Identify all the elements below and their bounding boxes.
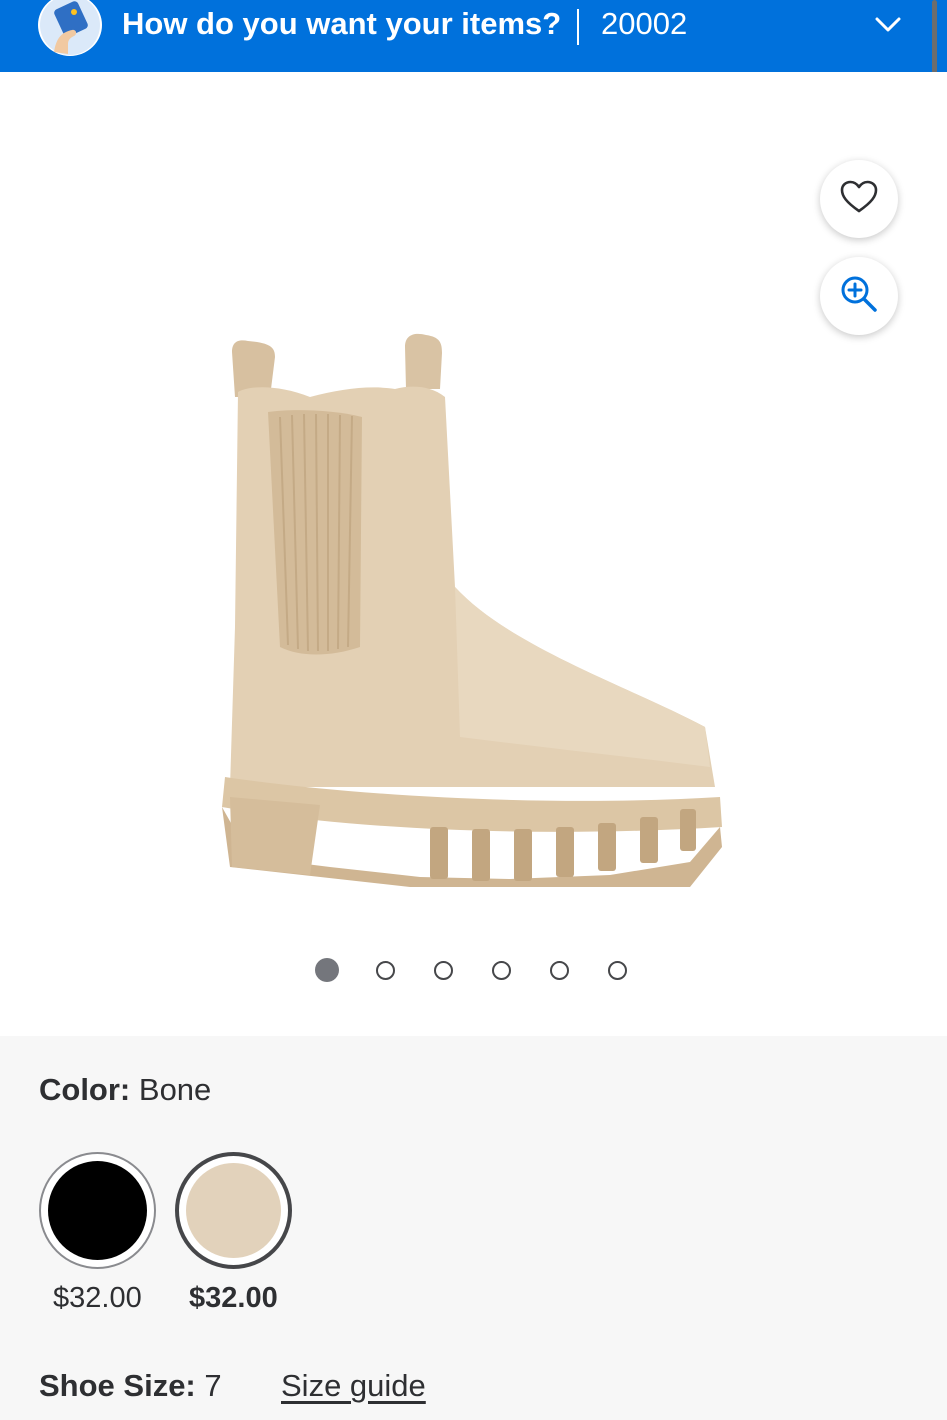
chevron-down-icon[interactable] [874,10,902,38]
favorite-button[interactable] [820,160,898,238]
fulfillment-icon [38,0,102,56]
size-value: 7 [204,1368,222,1403]
heart-icon [840,180,878,219]
gallery-dot-2[interactable] [376,961,395,980]
size-selection: Shoe Size: 7 [39,1368,222,1404]
gallery-pagination [0,958,947,984]
zip-code: 20002 [601,6,688,41]
swatch-black-price: $32.00 [53,1282,142,1314]
color-selection: Color: Bone [39,1072,211,1108]
size-label: Shoe Size: [39,1368,196,1403]
swatch-black[interactable] [39,1152,156,1269]
gallery-dot-6[interactable] [608,961,627,980]
gallery-dot-3[interactable] [434,961,453,980]
color-label: Color: [39,1072,131,1107]
zoom-button[interactable] [820,257,898,335]
swatch-bone[interactable] [175,1152,292,1269]
swatch-black-fill [48,1161,147,1260]
gallery-dot-4[interactable] [492,961,511,980]
gallery-dot-5[interactable] [550,961,569,980]
gallery-dot-1[interactable] [315,958,339,982]
fulfillment-title: How do you want your items? [122,6,562,41]
product-page: How do you want your items? 20002 Color:… [0,0,947,1420]
zoom-in-icon [839,274,879,319]
swatch-bone-price: $32.00 [189,1282,278,1314]
color-value: Bone [138,1072,212,1107]
product-image[interactable] [210,327,740,887]
header-divider [577,9,579,45]
product-gallery[interactable] [0,72,947,1036]
variant-panel: Color: Bone $32.00 $32.00 Shoe Size: 7 S… [0,1036,947,1420]
fulfillment-bar[interactable]: How do you want your items? 20002 [0,0,947,72]
swatch-bone-fill [186,1163,281,1258]
size-guide-link[interactable]: Size guide [281,1368,426,1404]
